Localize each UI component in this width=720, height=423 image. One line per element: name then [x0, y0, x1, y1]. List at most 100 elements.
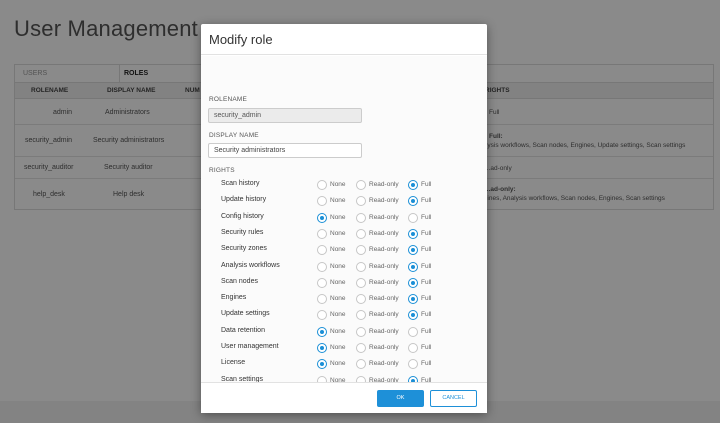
- right-name-label: Security zones: [221, 245, 267, 253]
- radio-label: Read-only: [369, 278, 399, 286]
- display-name-label: DISPLAY NAME: [209, 132, 259, 139]
- radio-label: None: [330, 311, 346, 319]
- rights-row: Analysis workflows None Read-only Full: [201, 260, 487, 274]
- right-name-label: Security rules: [221, 228, 264, 236]
- rights-row: Security rules None Read-only Full: [201, 227, 487, 241]
- radio-button[interactable]: [408, 245, 418, 256]
- rights-row: Engines None Read-only Full: [201, 292, 487, 306]
- radio-label: Full: [421, 213, 432, 221]
- dialog-header: Modify role: [201, 24, 487, 55]
- radio-button[interactable]: [408, 277, 418, 288]
- dialog-body: ROLENAME security_admin DISPLAY NAME Sec…: [201, 56, 487, 403]
- rights-row: Scan history None Read-only Full: [201, 178, 487, 192]
- radio-label: Read-only: [369, 360, 399, 368]
- radio-label: Full: [421, 262, 432, 270]
- rights-row: Data retention None Read-only Full: [201, 325, 487, 339]
- ok-button[interactable]: OK: [377, 390, 424, 407]
- right-name-label: Engines: [221, 294, 247, 302]
- radio-label: Read-only: [369, 181, 399, 188]
- radio-label: None: [330, 229, 346, 237]
- right-name-label: Scan history: [221, 180, 260, 187]
- radio-label: Read-only: [369, 229, 399, 237]
- radio-button[interactable]: [408, 326, 418, 337]
- radio-label: Full: [421, 246, 432, 254]
- radio-label: None: [330, 197, 346, 205]
- radio-button[interactable]: [317, 180, 327, 190]
- radio-button[interactable]: [356, 359, 366, 370]
- radio-button[interactable]: [408, 343, 418, 353]
- radio-label: None: [330, 344, 346, 351]
- radio-label: Read-only: [369, 295, 399, 303]
- radio-button[interactable]: [317, 310, 327, 321]
- radio-button[interactable]: [408, 228, 418, 239]
- radio-label: Full: [421, 311, 432, 319]
- right-name-label: Update history: [221, 196, 267, 204]
- radio-button[interactable]: [356, 228, 366, 239]
- right-name-label: Update settings: [221, 310, 270, 318]
- radio-button[interactable]: [317, 196, 327, 207]
- radio-button[interactable]: [356, 196, 366, 207]
- rolename-label: ROLENAME: [209, 96, 248, 103]
- radio-button[interactable]: [317, 261, 327, 272]
- rights-row: Config history None Read-only Full: [201, 211, 487, 225]
- radio-button[interactable]: [408, 294, 418, 305]
- display-name-field[interactable]: Security administrators: [208, 143, 362, 158]
- radio-label: None: [330, 181, 346, 188]
- dialog-title: Modify role: [209, 32, 273, 47]
- radio-button[interactable]: [356, 180, 366, 190]
- radio-button[interactable]: [317, 277, 327, 288]
- radio-label: None: [330, 278, 346, 286]
- radio-label: Full: [421, 278, 432, 286]
- right-name-label: Config history: [221, 212, 264, 220]
- dialog-footer: OK CANCEL: [201, 382, 487, 413]
- radio-button[interactable]: [408, 359, 418, 370]
- rights-row: Security zones None Read-only Full: [201, 243, 487, 257]
- radio-button[interactable]: [356, 294, 366, 305]
- radio-button[interactable]: [408, 310, 418, 321]
- right-name-label: Scan nodes: [221, 277, 258, 285]
- radio-label: Full: [421, 295, 432, 303]
- cancel-button[interactable]: CANCEL: [430, 390, 477, 407]
- radio-label: None: [330, 213, 346, 221]
- radio-button[interactable]: [408, 180, 418, 190]
- radio-label: Read-only: [369, 246, 399, 254]
- rights-row: User management None Read-only Full: [201, 341, 487, 355]
- radio-button[interactable]: [356, 245, 366, 256]
- rights-row: Scan nodes None Read-only Full: [201, 276, 487, 290]
- rights-row: License None Read-only Full: [201, 357, 487, 371]
- right-name-label: User management: [221, 343, 279, 350]
- radio-label: None: [330, 327, 346, 335]
- right-name-label: Analysis workflows: [221, 261, 280, 269]
- radio-button[interactable]: [356, 261, 366, 272]
- radio-button[interactable]: [356, 277, 366, 288]
- radio-button[interactable]: [317, 245, 327, 256]
- rolename-field: security_admin: [208, 108, 362, 123]
- radio-button[interactable]: [408, 261, 418, 272]
- radio-label: None: [330, 295, 346, 303]
- radio-button[interactable]: [317, 212, 327, 223]
- radio-button[interactable]: [317, 359, 327, 370]
- radio-label: Full: [421, 197, 432, 205]
- modify-role-dialog: Modify role ROLENAME security_admin DISP…: [201, 24, 487, 413]
- radio-button[interactable]: [317, 343, 327, 353]
- radio-button[interactable]: [317, 326, 327, 337]
- radio-button[interactable]: [317, 228, 327, 239]
- radio-button[interactable]: [408, 196, 418, 207]
- radio-label: Full: [421, 229, 432, 237]
- radio-button[interactable]: [317, 294, 327, 305]
- radio-button[interactable]: [356, 212, 366, 223]
- radio-label: Read-only: [369, 262, 399, 270]
- radio-button[interactable]: [356, 343, 366, 353]
- radio-button[interactable]: [356, 310, 366, 321]
- radio-button[interactable]: [408, 212, 418, 223]
- radio-label: Read-only: [369, 197, 399, 205]
- radio-label: Read-only: [369, 344, 399, 351]
- radio-label: Full: [421, 344, 432, 351]
- right-name-label: Data retention: [221, 326, 265, 334]
- radio-label: Read-only: [369, 311, 399, 319]
- radio-label: Full: [421, 327, 432, 335]
- radio-button[interactable]: [356, 326, 366, 337]
- radio-label: None: [330, 246, 346, 254]
- rights-row: Update history None Read-only Full: [201, 194, 487, 208]
- radio-label: Read-only: [369, 327, 399, 335]
